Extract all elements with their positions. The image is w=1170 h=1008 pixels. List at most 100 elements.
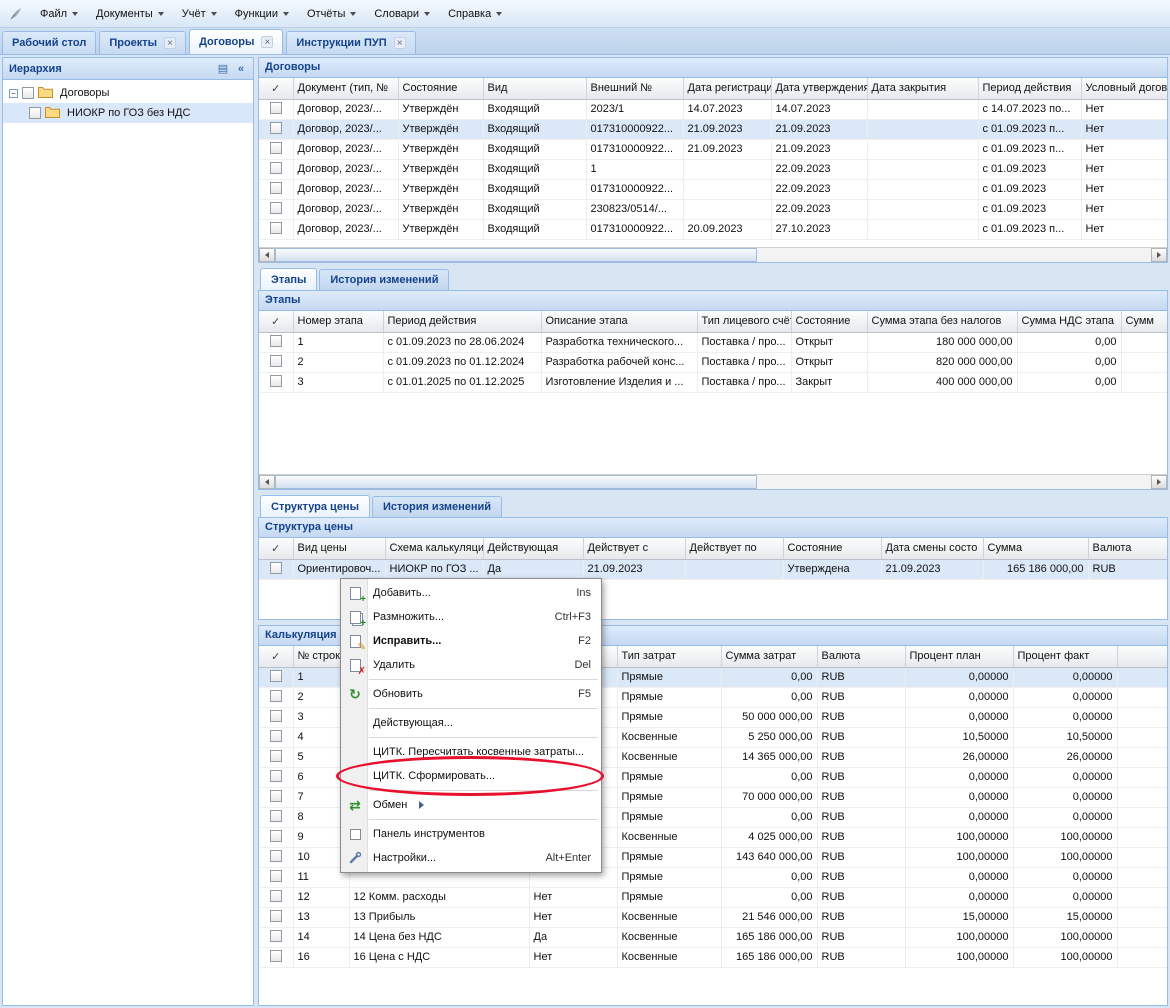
- row-checkbox[interactable]: [270, 182, 282, 194]
- row-checkbox[interactable]: [270, 690, 282, 702]
- table-row[interactable]: 1с 01.09.2023 по 28.06.2024Разработка те…: [259, 332, 1167, 352]
- tab-close-icon[interactable]: ×: [261, 36, 273, 48]
- context-menu-item[interactable]: ✗УдалитьDel: [341, 653, 601, 677]
- column-header[interactable]: Валюта: [817, 646, 905, 667]
- menubar-item[interactable]: Функции: [227, 4, 297, 24]
- column-header[interactable]: Документ (тип, №: [293, 78, 398, 99]
- row-checkbox[interactable]: [270, 930, 282, 942]
- row-checkbox[interactable]: [270, 142, 282, 154]
- app-logo-icon[interactable]: [6, 4, 26, 24]
- tree-node[interactable]: НИОКР по ГОЗ без НДС: [3, 103, 253, 123]
- tree-node[interactable]: −Договоры: [3, 83, 253, 103]
- column-header[interactable]: Дата смены состо: [881, 538, 983, 559]
- scroll-left-button[interactable]: [259, 475, 275, 489]
- column-header[interactable]: Период действия: [978, 78, 1081, 99]
- table-row[interactable]: Договор, 2023/...УтверждёнВходящий230823…: [259, 199, 1167, 219]
- context-menu-item[interactable]: +Размножить...Ctrl+F3: [341, 605, 601, 629]
- row-checkbox[interactable]: [270, 162, 282, 174]
- table-row[interactable]: Договор, 2023/...УтверждёнВходящий017310…: [259, 219, 1167, 239]
- row-checkbox[interactable]: [270, 750, 282, 762]
- tree-checkbox[interactable]: [29, 107, 41, 119]
- column-header[interactable]: Дата утверждения: [771, 78, 867, 99]
- row-checkbox[interactable]: [270, 870, 282, 882]
- column-header[interactable]: Схема калькуляци: [385, 538, 483, 559]
- table-row[interactable]: 2с 01.09.2023 по 01.12.2024Разработка ра…: [259, 352, 1167, 372]
- table-row[interactable]: 1313 ПрибыльНетКосвенные21 546 000,00RUB…: [259, 907, 1167, 927]
- row-checkbox[interactable]: [270, 102, 282, 114]
- row-checkbox[interactable]: [270, 770, 282, 782]
- column-header[interactable]: Действующая: [483, 538, 583, 559]
- collapse-panel-icon[interactable]: «: [233, 61, 249, 77]
- column-header[interactable]: Внешний №: [586, 78, 683, 99]
- row-checkbox[interactable]: [270, 830, 282, 842]
- horizontal-scrollbar[interactable]: [259, 474, 1167, 489]
- row-checkbox[interactable]: [270, 670, 282, 682]
- context-menu-item[interactable]: ↻ОбновитьF5: [341, 682, 601, 706]
- row-checkbox[interactable]: [270, 850, 282, 862]
- tab[interactable]: Договоры×: [189, 29, 283, 54]
- scroll-thumb[interactable]: [275, 248, 757, 262]
- menubar-item[interactable]: Файл: [32, 4, 86, 24]
- column-header[interactable]: Сумма: [983, 538, 1088, 559]
- subtab[interactable]: Этапы: [260, 268, 317, 290]
- row-checkbox[interactable]: [270, 890, 282, 902]
- select-all-header[interactable]: ✓: [259, 78, 293, 99]
- tab-close-icon[interactable]: ×: [394, 37, 406, 49]
- row-checkbox[interactable]: [270, 562, 282, 574]
- column-header[interactable]: Тип затрат: [617, 646, 721, 667]
- table-row[interactable]: 1212 Комм. расходыНетПрямые0,00RUB0,0000…: [259, 887, 1167, 907]
- column-header[interactable]: Дата регистрации: [683, 78, 771, 99]
- row-checkbox[interactable]: [270, 910, 282, 922]
- tab[interactable]: Рабочий стол: [2, 31, 96, 54]
- menubar-item[interactable]: Документы: [88, 4, 172, 24]
- row-checkbox[interactable]: [270, 950, 282, 962]
- tab[interactable]: Инструкции ПУП×: [286, 31, 415, 54]
- column-header[interactable]: Состояние: [791, 311, 867, 332]
- column-header[interactable]: Вид цены: [293, 538, 385, 559]
- column-header[interactable]: Валюта: [1088, 538, 1167, 559]
- context-menu-item[interactable]: ✎Исправить...F2: [341, 629, 601, 653]
- menubar-item[interactable]: Справка: [440, 4, 510, 24]
- column-header[interactable]: Номер этапа: [293, 311, 383, 332]
- table-row[interactable]: 3с 01.01.2025 по 01.12.2025Изготовление …: [259, 372, 1167, 392]
- column-header[interactable]: Сумма НДС этапа: [1017, 311, 1121, 332]
- column-header[interactable]: Условный догово: [1081, 78, 1167, 99]
- table-row[interactable]: 1616 Цена с НДСНетКосвенные165 186 000,0…: [259, 947, 1167, 967]
- column-header[interactable]: Действует с: [583, 538, 685, 559]
- context-menu-item[interactable]: Действующая...: [341, 711, 601, 735]
- row-checkbox[interactable]: [270, 355, 282, 367]
- subtab[interactable]: История изменений: [372, 496, 502, 517]
- context-menu-item[interactable]: +Добавить...Ins: [341, 581, 601, 605]
- context-menu-item[interactable]: ⇄Обмен: [341, 793, 601, 817]
- tree-checkbox[interactable]: [22, 87, 34, 99]
- horizontal-scrollbar[interactable]: [259, 247, 1167, 262]
- subtab[interactable]: История изменений: [319, 269, 449, 290]
- tab-close-icon[interactable]: ×: [164, 37, 176, 49]
- column-header[interactable]: Дата закрытия: [867, 78, 978, 99]
- context-menu-item[interactable]: ЦИТК. Сформировать...: [341, 764, 601, 788]
- tab[interactable]: Проекты×: [99, 31, 186, 54]
- row-checkbox[interactable]: [270, 335, 282, 347]
- column-header[interactable]: Тип лицевого счёт: [697, 311, 791, 332]
- scroll-right-button[interactable]: [1151, 248, 1167, 262]
- scroll-left-button[interactable]: [259, 248, 275, 262]
- column-header[interactable]: Действует по: [685, 538, 783, 559]
- menubar-item[interactable]: Словари: [366, 4, 438, 24]
- scroll-track[interactable]: [275, 475, 1151, 489]
- row-checkbox[interactable]: [270, 202, 282, 214]
- column-header[interactable]: Процент план: [905, 646, 1013, 667]
- table-row[interactable]: Договор, 2023/...УтверждёнВходящий017310…: [259, 179, 1167, 199]
- scroll-thumb[interactable]: [275, 475, 757, 489]
- select-all-header[interactable]: ✓: [259, 646, 293, 667]
- row-checkbox[interactable]: [270, 375, 282, 387]
- table-row[interactable]: 1414 Цена без НДСДаКосвенные165 186 000,…: [259, 927, 1167, 947]
- row-checkbox[interactable]: [270, 810, 282, 822]
- table-row[interactable]: Договор, 2023/...УтверждёнВходящий122.09…: [259, 159, 1167, 179]
- column-header[interactable]: Период действия: [383, 311, 541, 332]
- column-header[interactable]: [1117, 646, 1167, 667]
- column-header[interactable]: Вид: [483, 78, 586, 99]
- row-checkbox[interactable]: [270, 222, 282, 234]
- column-header[interactable]: Состояние: [783, 538, 881, 559]
- column-header[interactable]: Состояние: [398, 78, 483, 99]
- panel-menu-icon[interactable]: ▤: [215, 61, 231, 77]
